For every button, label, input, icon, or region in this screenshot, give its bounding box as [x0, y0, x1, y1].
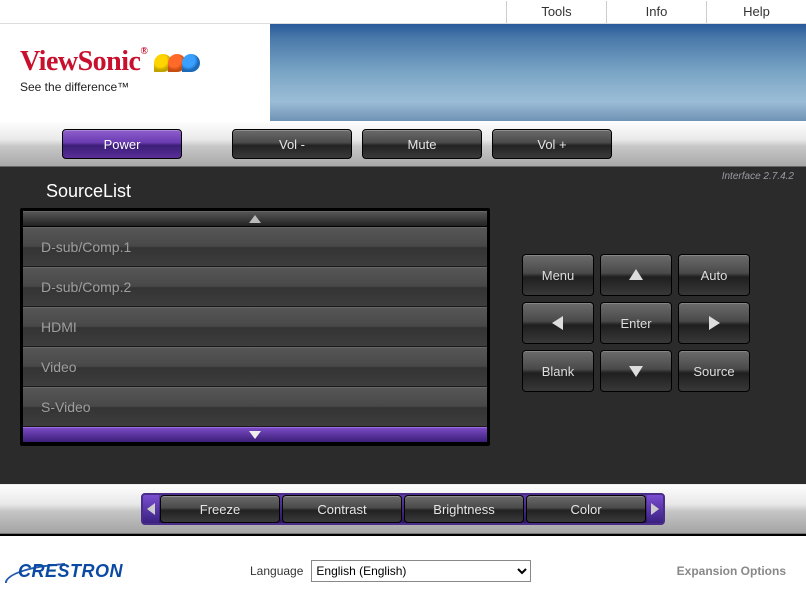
logo-area: ViewSonic® See the difference™: [0, 24, 270, 121]
crestron-logo: CRESTRON: [18, 561, 123, 582]
main-panel: Interface 2.7.4.2 SourceList D-sub/Comp.…: [0, 167, 806, 484]
arrow-left-icon: [550, 315, 566, 331]
language-label: Language: [250, 564, 303, 578]
upper-control-bar: Power Vol - Mute Vol +: [0, 121, 806, 167]
expansion-options-link[interactable]: Expansion Options: [677, 564, 786, 578]
source-list-items: D-sub/Comp.1 D-sub/Comp.2 HDMI Video S-V…: [23, 227, 487, 427]
freeze-button[interactable]: Freeze: [160, 495, 280, 523]
language-select[interactable]: English (English): [311, 560, 531, 582]
lower-scroll-left[interactable]: [143, 495, 159, 523]
power-button[interactable]: Power: [62, 129, 182, 159]
top-menu-bar: Tools Info Help: [0, 0, 806, 24]
source-list-title: SourceList: [46, 181, 796, 202]
arrow-right-icon: [706, 315, 722, 331]
menu-help[interactable]: Help: [706, 1, 806, 23]
banner-gradient: [270, 24, 806, 121]
footer-bar: CRESTRON Language English (English) Expa…: [0, 534, 806, 606]
menu-tools[interactable]: Tools: [506, 1, 606, 23]
source-item[interactable]: D-sub/Comp.1: [23, 227, 487, 267]
source-button[interactable]: Source: [678, 350, 750, 392]
source-item[interactable]: S-Video: [23, 387, 487, 427]
enter-button[interactable]: Enter: [600, 302, 672, 344]
vol-up-button[interactable]: Vol +: [492, 129, 612, 159]
projector-control-ui: { "topmenu": { "tools": "Tools", "info":…: [0, 0, 806, 606]
left-button[interactable]: [522, 302, 594, 344]
contrast-button[interactable]: Contrast: [282, 495, 402, 523]
arrow-up-icon: [628, 267, 644, 283]
color-button[interactable]: Color: [526, 495, 646, 523]
navigation-pad: Menu Auto Enter Blank: [520, 208, 752, 446]
header-banner: ViewSonic® See the difference™: [0, 24, 806, 121]
blank-button[interactable]: Blank: [522, 350, 594, 392]
chevron-down-icon: [249, 431, 261, 439]
up-button[interactable]: [600, 254, 672, 296]
birds-icon: [158, 52, 200, 75]
interface-version: Interface 2.7.4.2: [722, 171, 794, 182]
chevron-up-icon: [249, 215, 261, 223]
down-button[interactable]: [600, 350, 672, 392]
lower-scroll-right[interactable]: [647, 495, 663, 523]
source-item[interactable]: D-sub/Comp.2: [23, 267, 487, 307]
source-item[interactable]: HDMI: [23, 307, 487, 347]
brightness-button[interactable]: Brightness: [404, 495, 524, 523]
vol-down-button[interactable]: Vol -: [232, 129, 352, 159]
source-item[interactable]: Video: [23, 347, 487, 387]
arrow-down-icon: [628, 363, 644, 379]
lower-control-bar: Freeze Contrast Brightness Color: [0, 484, 806, 534]
chevron-left-icon: [147, 503, 155, 515]
brand-name: ViewSonic®: [20, 46, 147, 77]
auto-button[interactable]: Auto: [678, 254, 750, 296]
source-scroll-up[interactable]: [23, 211, 487, 227]
brand-tagline: See the difference™: [20, 80, 260, 94]
right-button[interactable]: [678, 302, 750, 344]
chevron-right-icon: [651, 503, 659, 515]
source-scroll-down[interactable]: [23, 427, 487, 443]
source-list-panel: D-sub/Comp.1 D-sub/Comp.2 HDMI Video S-V…: [20, 208, 490, 446]
mute-button[interactable]: Mute: [362, 129, 482, 159]
menu-button[interactable]: Menu: [522, 254, 594, 296]
menu-info[interactable]: Info: [606, 1, 706, 23]
